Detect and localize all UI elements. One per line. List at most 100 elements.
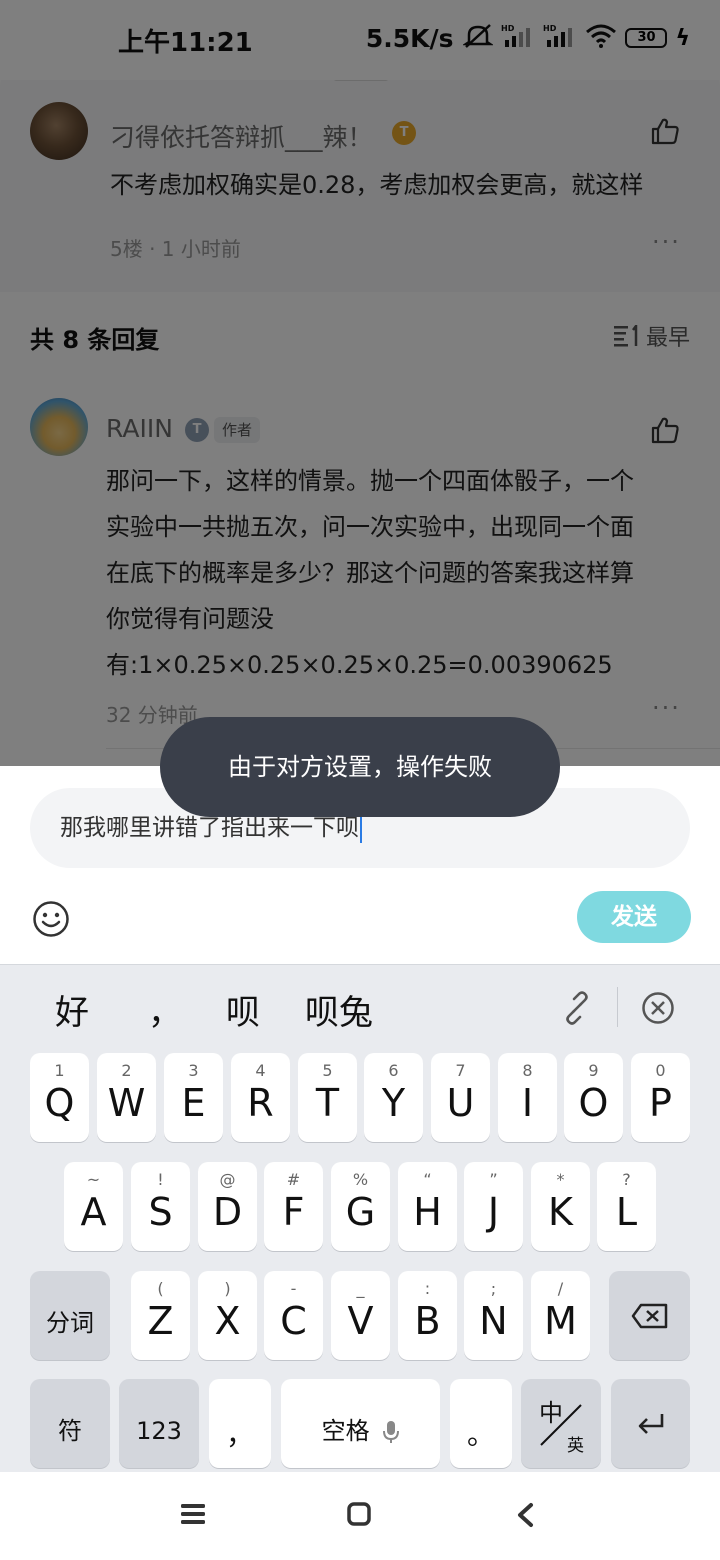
key-h[interactable]: “H: [398, 1162, 457, 1251]
key-label: D: [212, 1190, 243, 1234]
key-label: I: [521, 1081, 534, 1125]
key-hint: ): [224, 1279, 231, 1298]
key-hint: ”: [489, 1170, 498, 1189]
key-label: A: [80, 1190, 107, 1234]
candidate-item[interactable]: 呗: [226, 985, 260, 1034]
key-hint: 6: [388, 1061, 399, 1080]
back-icon[interactable]: [515, 1502, 535, 1532]
close-candidates-icon[interactable]: [641, 991, 675, 1029]
key-label: R: [247, 1081, 274, 1125]
key-b[interactable]: :B: [398, 1271, 457, 1360]
key-o[interactable]: 9O: [564, 1053, 623, 1142]
key-a[interactable]: ~ A: [64, 1162, 123, 1251]
key-label: Y: [381, 1081, 406, 1125]
key-hint: @: [219, 1170, 236, 1189]
send-button[interactable]: 发送: [577, 891, 691, 943]
key-f[interactable]: # F: [264, 1162, 323, 1251]
key-n[interactable]: ; N: [464, 1271, 523, 1360]
key-hint: 9: [588, 1061, 599, 1080]
dim-overlay[interactable]: [0, 0, 720, 766]
key-k[interactable]: * K: [531, 1162, 590, 1251]
key-hint: /: [557, 1279, 564, 1298]
key-label: J: [487, 1190, 500, 1234]
key-hint: 8: [522, 1061, 533, 1080]
enter-icon: [638, 1414, 664, 1434]
key-c[interactable]: -C: [264, 1271, 323, 1360]
segment-key[interactable]: 分词: [30, 1271, 110, 1360]
navigation-bar: [0, 1472, 720, 1560]
candidate-item[interactable]: 呗兔: [305, 985, 373, 1034]
key-v[interactable]: _ V: [331, 1271, 390, 1360]
reply-input-value: 那我哪里讲错了指出来一下呗: [60, 815, 359, 841]
key-hint: 1: [54, 1061, 65, 1080]
key-label: 分词: [46, 1309, 94, 1337]
error-toast: 由于对方设置，操作失败: [160, 717, 560, 817]
key-hint: *: [556, 1170, 565, 1189]
candidate-item[interactable]: 好: [55, 985, 89, 1034]
key-label: O: [578, 1081, 609, 1125]
key-i[interactable]: 8I: [498, 1053, 557, 1142]
space-label: 空格: [321, 1417, 370, 1445]
key-label: S: [148, 1190, 173, 1234]
key-hint: 5: [322, 1061, 333, 1080]
symbol-key[interactable]: 符: [30, 1379, 110, 1468]
key-hint: _: [356, 1279, 365, 1298]
key-z[interactable]: (Z: [131, 1271, 190, 1360]
key-label: P: [649, 1081, 672, 1125]
key-hint: 0: [655, 1061, 666, 1080]
key-t[interactable]: 5T: [298, 1053, 357, 1142]
menu-icon[interactable]: [181, 1502, 205, 1530]
key-label: X: [214, 1299, 241, 1343]
key-w[interactable]: 2W: [97, 1053, 156, 1142]
key-q[interactable]: 1Q: [30, 1053, 89, 1142]
key-hint: :: [424, 1279, 431, 1298]
key-hint: 3: [188, 1061, 199, 1080]
number-key[interactable]: 123: [119, 1379, 199, 1468]
key-e[interactable]: 3E: [164, 1053, 223, 1142]
key-label: N: [479, 1299, 508, 1343]
enter-key[interactable]: [611, 1379, 690, 1468]
key-label: L: [615, 1190, 638, 1234]
key-label: M: [544, 1299, 577, 1343]
key-label: ，: [225, 1418, 254, 1451]
key-p[interactable]: 0P: [631, 1053, 690, 1142]
key-label: W: [107, 1081, 146, 1125]
key-m[interactable]: / M: [531, 1271, 590, 1360]
key-label: 符: [58, 1417, 82, 1445]
key-label: T: [315, 1081, 340, 1125]
key-hint: ;: [490, 1279, 497, 1298]
backspace-icon: [631, 1303, 668, 1329]
key-g[interactable]: % G: [331, 1162, 390, 1251]
key-label: 空格: [281, 1409, 440, 1453]
period-key[interactable]: 。: [450, 1379, 512, 1468]
home-icon[interactable]: [347, 1502, 371, 1530]
space-key[interactable]: 空格: [281, 1379, 440, 1468]
key-label: U: [446, 1081, 475, 1125]
candidate-item[interactable]: ，: [148, 985, 182, 1034]
key-u[interactable]: 7U: [431, 1053, 490, 1142]
key-label: F: [282, 1190, 305, 1234]
key-hint: 7: [455, 1061, 466, 1080]
key-label: E: [181, 1081, 206, 1125]
key-hint: !: [157, 1170, 164, 1189]
candidate-separator: [617, 987, 618, 1027]
candidate-bar: 好 ， 呗 呗兔: [0, 965, 720, 1051]
clipboard-link-icon[interactable]: [560, 991, 594, 1029]
key-hint: 4: [255, 1061, 266, 1080]
key-hint: ?: [622, 1170, 631, 1189]
key-label: G: [345, 1190, 376, 1234]
key-s[interactable]: ! S: [131, 1162, 190, 1251]
key-hint: 2: [121, 1061, 132, 1080]
language-switch-key[interactable]: 中 英: [521, 1379, 601, 1468]
key-hint: (: [157, 1279, 164, 1298]
key-j[interactable]: ” J: [464, 1162, 523, 1251]
emoji-icon[interactable]: [32, 900, 70, 938]
comma-key[interactable]: ，: [209, 1379, 271, 1468]
key-x[interactable]: ) X: [198, 1271, 257, 1360]
key-r[interactable]: 4R: [231, 1053, 290, 1142]
key-y[interactable]: 6Y: [364, 1053, 423, 1142]
key-d[interactable]: @ D: [198, 1162, 257, 1251]
key-hint: -: [290, 1279, 297, 1298]
backspace-key[interactable]: [609, 1271, 690, 1360]
key-l[interactable]: ? L: [597, 1162, 656, 1251]
